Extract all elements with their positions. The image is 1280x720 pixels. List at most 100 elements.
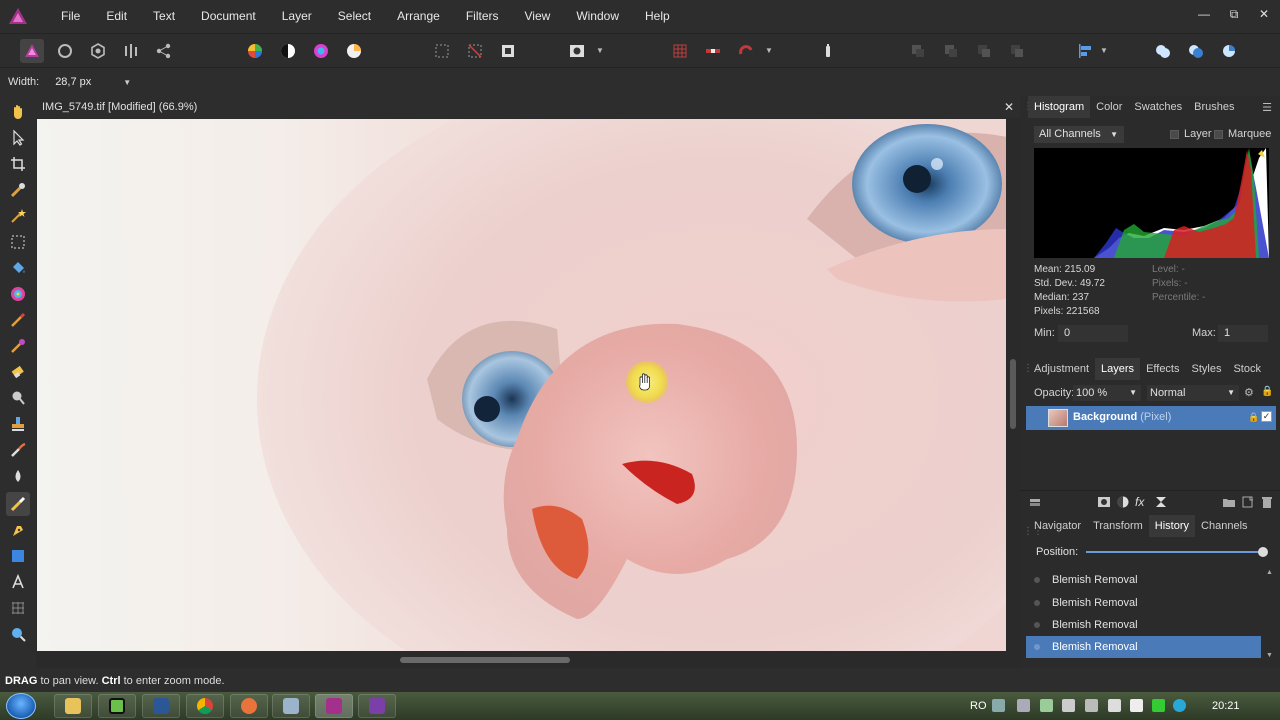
- taskbar-app-orange[interactable]: [230, 694, 268, 718]
- tray-icon[interactable]: [1017, 699, 1030, 712]
- blur-brush-tool[interactable]: [6, 464, 30, 488]
- vertical-scrollbar[interactable]: [1006, 119, 1020, 668]
- align-button[interactable]: [1073, 39, 1097, 63]
- auto-levels-button[interactable]: [243, 39, 267, 63]
- auto-white-balance-button[interactable]: [342, 39, 366, 63]
- magnet-caret-icon[interactable]: ▼: [765, 46, 773, 55]
- adjustment-layer-icon[interactable]: [1116, 495, 1130, 509]
- menu-layer[interactable]: Layer: [269, 0, 325, 33]
- taskbar-app-tool[interactable]: [272, 694, 310, 718]
- mask-layer-icon[interactable]: [1097, 495, 1111, 509]
- flood-fill-tool[interactable]: [6, 256, 30, 280]
- panel-menu-icon[interactable]: ☰: [1262, 101, 1272, 114]
- quick-mask-button[interactable]: [565, 39, 589, 63]
- max-input[interactable]: 1: [1218, 325, 1268, 342]
- language-indicator[interactable]: RO: [970, 700, 987, 712]
- layer-row-background[interactable]: Background (Pixel) 🔒 ✓: [1026, 406, 1276, 430]
- selection-brush-tool[interactable]: [6, 178, 30, 202]
- tray-icon[interactable]: [1108, 699, 1121, 712]
- history-entry[interactable]: Blemish Removal: [1026, 569, 1261, 591]
- history-entry[interactable]: Blemish Removal: [1026, 592, 1261, 614]
- smudge-tool[interactable]: [6, 438, 30, 462]
- minimize-button[interactable]: —: [1196, 6, 1212, 22]
- tab-adjustment[interactable]: Adjustment: [1028, 358, 1095, 380]
- menu-filters[interactable]: Filters: [453, 0, 512, 33]
- horizontal-scrollbar[interactable]: [37, 651, 1006, 668]
- tab-channels[interactable]: Channels: [1195, 515, 1253, 537]
- tone-mapping-persona-button[interactable]: [119, 39, 143, 63]
- taskbar-affinity-designer[interactable]: [358, 694, 396, 718]
- tab-transform[interactable]: Transform: [1087, 515, 1149, 537]
- text-tool[interactable]: [6, 570, 30, 594]
- width-input[interactable]: 28,7 px: [51, 72, 122, 92]
- history-position-slider[interactable]: [1086, 551, 1264, 553]
- develop-persona-button[interactable]: [86, 39, 110, 63]
- menu-select[interactable]: Select: [325, 0, 384, 33]
- layer-settings-gear-icon[interactable]: ⚙: [1244, 386, 1254, 399]
- align-caret-icon[interactable]: ▼: [1100, 46, 1108, 55]
- tab-history[interactable]: History: [1148, 515, 1196, 537]
- magnet-button[interactable]: [734, 39, 758, 63]
- skype-icon[interactable]: [1173, 699, 1186, 712]
- boolean-add-button[interactable]: [1151, 39, 1175, 63]
- menu-window[interactable]: Window: [563, 0, 632, 33]
- pen-tool[interactable]: [6, 518, 30, 542]
- opacity-input[interactable]: 100 % ▼: [1073, 385, 1141, 401]
- min-input[interactable]: 0: [1058, 325, 1128, 342]
- layer-checkbox[interactable]: [1170, 130, 1179, 139]
- tray-icon[interactable]: [992, 699, 1005, 712]
- flood-select-tool[interactable]: [6, 204, 30, 228]
- history-entry-selected[interactable]: Blemish Removal: [1026, 636, 1261, 658]
- view-tool[interactable]: [6, 100, 30, 124]
- menu-arrange[interactable]: Arrange: [384, 0, 453, 33]
- tab-color[interactable]: Color: [1090, 96, 1128, 118]
- taskbar-chrome[interactable]: [186, 694, 224, 718]
- new-layer-icon[interactable]: [1241, 495, 1255, 509]
- menu-file[interactable]: File: [48, 0, 93, 33]
- assistant-button[interactable]: [816, 39, 840, 63]
- arrange-forward-button[interactable]: [972, 39, 996, 63]
- volume-icon[interactable]: [1130, 699, 1143, 712]
- marquee-mode-button[interactable]: [430, 39, 454, 63]
- start-button-icon[interactable]: [6, 693, 36, 719]
- grid-button[interactable]: [668, 39, 692, 63]
- tab-navigator[interactable]: Navigator: [1028, 515, 1087, 537]
- invert-selection-button[interactable]: [496, 39, 520, 63]
- erase-tool[interactable]: [6, 360, 30, 384]
- battery-icon[interactable]: [1152, 699, 1165, 712]
- boolean-subtract-button[interactable]: [1184, 39, 1208, 63]
- tab-effects[interactable]: Effects: [1140, 358, 1185, 380]
- menu-text[interactable]: Text: [140, 0, 188, 33]
- taskbar-word[interactable]: [142, 694, 180, 718]
- taskbar-app-green[interactable]: [98, 694, 136, 718]
- tab-styles[interactable]: Styles: [1186, 358, 1228, 380]
- fx-icon[interactable]: fx: [1135, 495, 1149, 509]
- menu-view[interactable]: View: [512, 0, 564, 33]
- tab-brushes[interactable]: Brushes: [1188, 96, 1240, 118]
- channel-select[interactable]: All Channels ▼: [1034, 126, 1124, 143]
- clone-tool[interactable]: [6, 412, 30, 436]
- width-dropdown-icon[interactable]: ▼: [123, 78, 131, 87]
- snapping-button[interactable]: [701, 39, 725, 63]
- marquee-tool[interactable]: [6, 230, 30, 254]
- tab-stock[interactable]: Stock: [1227, 358, 1267, 380]
- clock[interactable]: 20:21: [1212, 700, 1240, 712]
- layer-stack-icon[interactable]: [1028, 495, 1042, 509]
- tab-swatches[interactable]: Swatches: [1128, 96, 1188, 118]
- menu-edit[interactable]: Edit: [93, 0, 140, 33]
- new-group-icon[interactable]: [1222, 495, 1236, 509]
- move-tool[interactable]: [6, 126, 30, 150]
- auto-colors-button[interactable]: [309, 39, 333, 63]
- menu-help[interactable]: Help: [632, 0, 683, 33]
- mesh-warp-tool[interactable]: [6, 596, 30, 620]
- gradient-tool[interactable]: [6, 282, 30, 306]
- photo-persona-button[interactable]: [20, 39, 44, 63]
- color-replacement-tool[interactable]: [6, 334, 30, 358]
- vertical-scroll-thumb[interactable]: [1010, 359, 1016, 429]
- image-canvas[interactable]: [37, 119, 1006, 651]
- tray-icon[interactable]: [1085, 699, 1098, 712]
- dodge-tool[interactable]: [6, 386, 30, 410]
- close-window-button[interactable]: ✕: [1256, 6, 1272, 22]
- blemish-removal-tool[interactable]: [6, 492, 30, 516]
- tab-layers[interactable]: Layers: [1095, 358, 1141, 380]
